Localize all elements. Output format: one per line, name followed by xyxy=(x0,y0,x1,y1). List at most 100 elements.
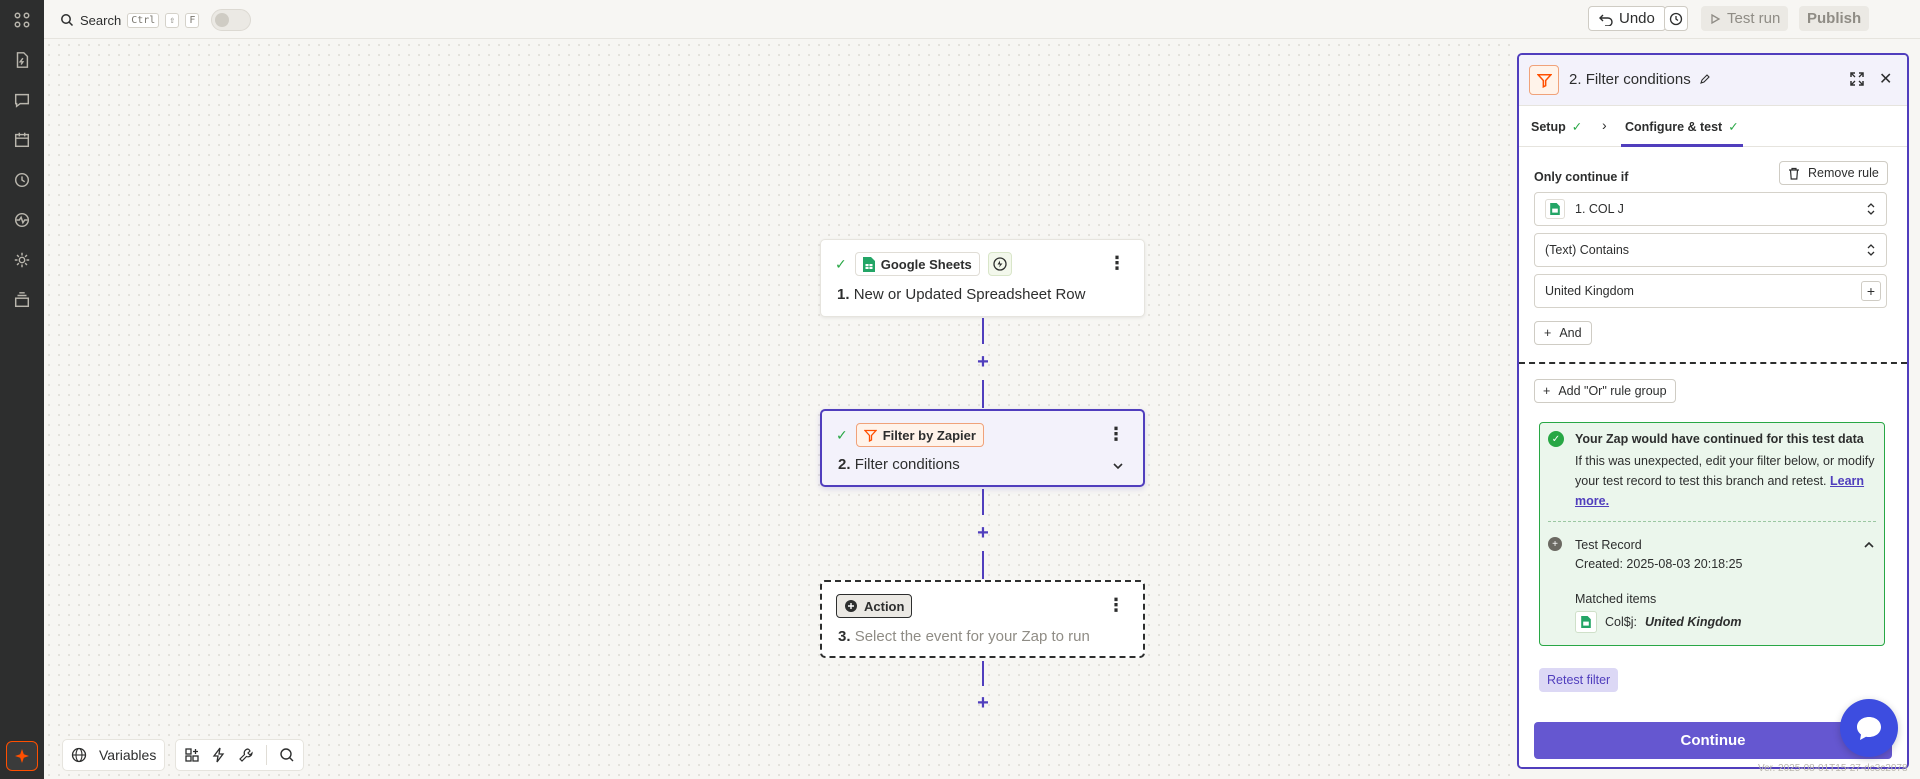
test-run-label: Test run xyxy=(1727,10,1781,27)
app-chip-google-sheets: Google Sheets xyxy=(854,252,980,276)
insert-data-icon[interactable]: + xyxy=(1861,281,1881,301)
connector-line xyxy=(982,661,984,686)
value-input[interactable]: United Kingdom + xyxy=(1534,274,1887,308)
app-chip-filter: Filter by Zapier xyxy=(855,423,984,447)
panel-tabs: Setup ✓ › Configure & test ✓ xyxy=(1519,107,1907,147)
tab-setup[interactable]: Setup ✓ xyxy=(1531,119,1583,135)
step-node-filter[interactable]: ✓ Filter by Zapier ⋮ 2. Filter condition… xyxy=(820,409,1145,487)
undo-button[interactable]: Undo xyxy=(1588,6,1666,31)
search-button[interactable]: Search Ctrl ⇧ F xyxy=(60,9,252,31)
divider xyxy=(1519,362,1907,364)
history-icon[interactable] xyxy=(12,170,32,190)
chat-icon[interactable] xyxy=(12,90,32,110)
apps-icon[interactable] xyxy=(12,10,32,30)
connector-line xyxy=(982,380,984,408)
version-label: Ver. 2025-08-01T15-27-dc3c2078 xyxy=(1758,763,1908,774)
expand-icon[interactable] xyxy=(1849,71,1865,87)
result-text: If this was unexpected, edit your filter… xyxy=(1575,454,1875,508)
wrench-icon[interactable] xyxy=(238,747,254,763)
more-options-icon[interactable]: ⋮ xyxy=(1107,596,1125,614)
updown-icon xyxy=(1867,244,1875,256)
undo-icon xyxy=(1599,14,1613,26)
version-history-button[interactable] xyxy=(1664,6,1688,31)
connector-line xyxy=(982,551,984,579)
result-title: Your Zap would have continued for this t… xyxy=(1575,432,1864,446)
search-icon[interactable] xyxy=(279,747,295,763)
success-check-icon: ✓ xyxy=(1548,431,1564,447)
canvas-toggle[interactable] xyxy=(211,9,252,31)
divider xyxy=(266,745,268,765)
zap-file-icon[interactable] xyxy=(12,50,32,70)
search-label: Search xyxy=(80,12,122,28)
test-run-button[interactable]: Test run xyxy=(1701,6,1789,31)
activity-icon[interactable] xyxy=(12,210,32,230)
publish-label: Publish xyxy=(1807,10,1862,27)
step-details-panel: 2. Filter conditions ✕ Setup ✓ › Configur… xyxy=(1517,53,1909,769)
plus-icon: + xyxy=(1543,384,1551,398)
condition-select[interactable]: (Text) Contains xyxy=(1534,233,1887,267)
panel-title[interactable]: 2. Filter conditions xyxy=(1569,71,1711,88)
step-title: 1. New or Updated Spreadsheet Row xyxy=(837,286,1086,303)
check-icon: ✓ xyxy=(836,426,848,443)
matched-item: Col$j: United Kingdom xyxy=(1575,611,1741,633)
more-options-icon[interactable]: ⋮ xyxy=(1108,254,1126,272)
value-text: United Kingdom xyxy=(1545,284,1634,298)
remove-rule-button[interactable]: Remove rule xyxy=(1779,161,1888,185)
app-chip-action: Action xyxy=(836,594,913,618)
check-icon: ✓ xyxy=(1571,120,1583,134)
app-name: Google Sheets xyxy=(880,256,972,272)
add-app-icon[interactable] xyxy=(184,747,200,763)
calendar-icon[interactable] xyxy=(12,130,32,150)
active-tab-indicator xyxy=(1621,144,1743,147)
step-title: 2. Filter conditions xyxy=(838,456,960,473)
matched-value: United Kingdom xyxy=(1644,615,1742,629)
search-icon xyxy=(61,14,74,27)
record-created: Created: 2025-08-03 20:18:25 xyxy=(1575,557,1743,571)
step-node-trigger[interactable]: ✓ Google Sheets ⋮ 1. New or Updated Spre… xyxy=(820,239,1145,317)
and-button[interactable]: + And xyxy=(1534,321,1592,345)
variables-button[interactable]: Variables xyxy=(62,739,166,771)
chevron-down-icon[interactable] xyxy=(1111,459,1125,473)
continue-button[interactable]: Continue xyxy=(1534,722,1892,759)
tab-configure-test[interactable]: Configure & test ✓ xyxy=(1625,119,1739,135)
divider xyxy=(1548,521,1876,522)
lightning-icon[interactable] xyxy=(212,747,226,763)
add-step-icon[interactable]: + xyxy=(974,523,992,543)
app-name: Action xyxy=(864,598,905,614)
bottom-toolbar: Variables xyxy=(62,739,305,771)
google-sheets-icon xyxy=(862,256,875,272)
add-or-group-button[interactable]: + Add "Or" rule group xyxy=(1534,379,1676,403)
condition-value: (Text) Contains xyxy=(1545,243,1630,257)
close-icon[interactable]: ✕ xyxy=(1879,69,1892,89)
step-node-action[interactable]: Action ⋮ 3. Select the event for your Za… xyxy=(820,580,1145,658)
filter-icon xyxy=(863,429,877,442)
field-select[interactable]: 1. COL J xyxy=(1534,192,1887,226)
plus-icon: + xyxy=(1544,326,1552,340)
more-options-icon[interactable]: ⋮ xyxy=(1107,425,1125,443)
zap-canvas[interactable] xyxy=(44,40,1516,779)
shortcut-key: ⇧ xyxy=(165,12,180,28)
settings-icon[interactable] xyxy=(12,250,32,270)
rule-heading: Only continue if xyxy=(1534,170,1629,184)
app-name: Filter by Zapier xyxy=(882,427,976,443)
globe-icon xyxy=(71,747,87,763)
instant-trigger-icon xyxy=(987,252,1012,276)
chevron-right-icon: › xyxy=(1602,117,1607,133)
connector-line xyxy=(982,489,984,515)
retest-filter-button[interactable]: Retest filter xyxy=(1539,668,1619,692)
copilot-icon[interactable] xyxy=(6,741,38,771)
add-step-icon[interactable]: + xyxy=(974,693,992,713)
check-icon: ✓ xyxy=(835,255,847,272)
google-sheets-icon xyxy=(1545,199,1565,219)
pencil-icon[interactable] xyxy=(1699,73,1711,85)
stack-icon[interactable] xyxy=(12,290,32,310)
step-title: 3. Select the event for your Zap to run xyxy=(838,628,1090,645)
add-step-icon[interactable]: + xyxy=(974,352,992,372)
canvas-tools xyxy=(175,739,305,771)
publish-button[interactable]: Publish xyxy=(1799,6,1870,31)
chat-support-button[interactable] xyxy=(1840,699,1898,757)
matched-heading: Matched items xyxy=(1575,592,1657,606)
updown-icon xyxy=(1867,203,1875,215)
left-rail xyxy=(0,0,44,779)
chevron-up-icon[interactable] xyxy=(1862,538,1876,552)
